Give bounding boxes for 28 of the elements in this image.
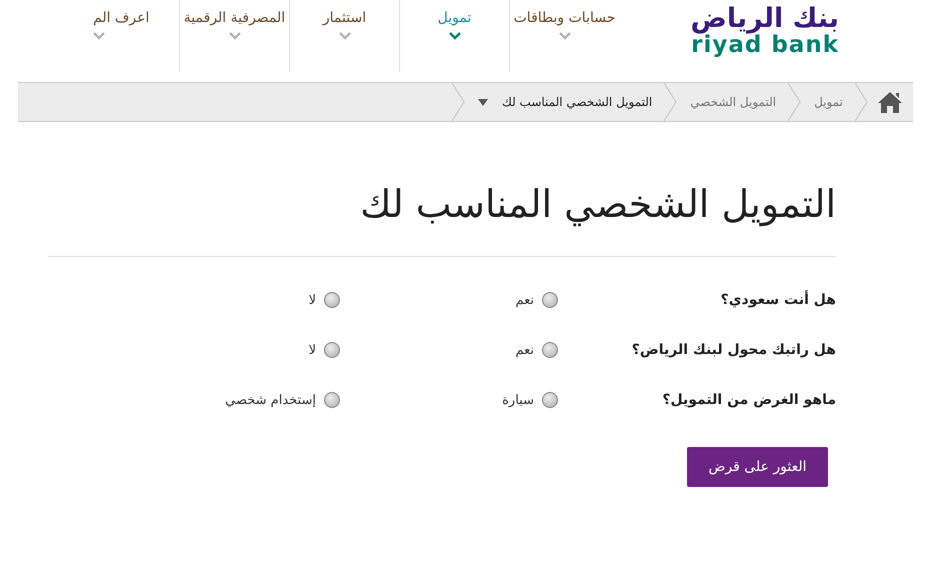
breadcrumb-link[interactable]: التمويل الشخصي المناسب لك	[466, 95, 664, 109]
nav-tab[interactable]: المصرفية الرقمية	[179, 0, 289, 72]
chevron-icon	[228, 32, 240, 40]
logo-arabic-text: بنك الرياض	[690, 4, 839, 34]
radio-option[interactable]: نعم	[340, 292, 558, 308]
page-title: التمويل الشخصي المناسب لك	[48, 122, 836, 257]
question-label: هل أنت سعودي؟	[720, 292, 836, 308]
dropdown-icon	[478, 98, 488, 106]
breadcrumb-link[interactable]: التمويل الشخصي	[678, 95, 788, 109]
nav-tab[interactable]: استثمار	[289, 0, 399, 72]
chevron-icon	[448, 32, 460, 40]
question-label: ماهو الغرض من التمويل؟	[661, 392, 836, 408]
radio-option[interactable]: لا	[122, 342, 340, 358]
nav-tab[interactable]: حسابات وبطاقات	[509, 0, 619, 72]
question-label: هل راتبك محول لبنك الرياض؟	[630, 342, 836, 358]
logo-latin-text: riyad bank	[691, 34, 839, 56]
nav-tab[interactable]: تمويل	[399, 0, 509, 72]
radio-option[interactable]: إستخدام شخصي	[122, 392, 340, 408]
breadcrumb-link[interactable]: تمويل	[802, 95, 855, 109]
nav-tab[interactable]: اعرف الم	[87, 0, 179, 72]
home-icon[interactable]	[877, 90, 903, 114]
radio-option[interactable]: سيارة	[340, 392, 558, 408]
chevron-icon	[93, 32, 105, 40]
radio-option[interactable]: لا	[122, 292, 340, 308]
chevron-icon	[338, 32, 350, 40]
chevron-icon	[558, 32, 570, 40]
find-loan-button[interactable]: العثور على قرض	[687, 447, 828, 487]
radio-option[interactable]: نعم	[340, 342, 558, 358]
